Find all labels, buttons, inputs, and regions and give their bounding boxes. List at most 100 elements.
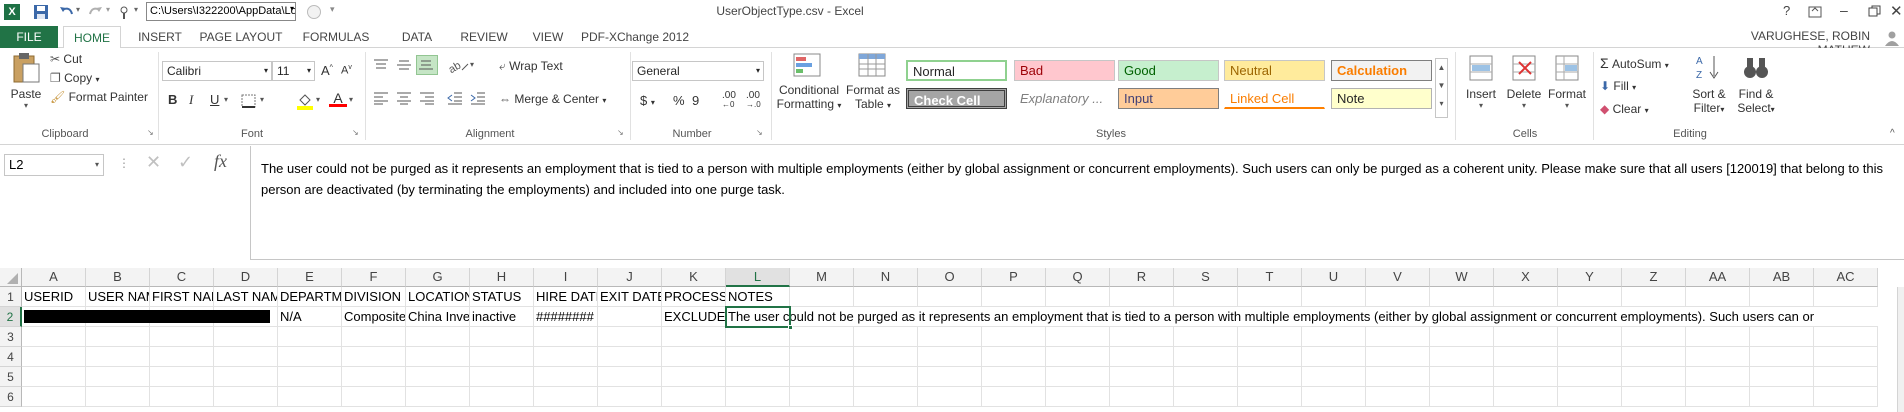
cell-i1[interactable]: HIRE DATE [534,287,598,307]
decrease-decimal-button[interactable]: .00 →.0 [746,91,761,110]
column-header-ac[interactable]: AC [1814,268,1878,287]
column-header-f[interactable]: F [342,268,406,287]
font-size-select[interactable]: 11 ▾ [272,61,315,81]
cell-r6[interactable] [1110,387,1174,407]
clear-button[interactable]: ◆ Clear ▾ [1600,102,1649,116]
cell-a5[interactable] [22,367,86,387]
cell-i4[interactable] [534,347,598,367]
number-format-select[interactable]: General ▾ [632,61,764,81]
cell-k1[interactable]: PROCESS S [662,287,726,307]
cell-p4[interactable] [982,347,1046,367]
row-header-2[interactable]: 2 [0,307,22,327]
increase-indent-icon[interactable] [469,91,487,105]
cell-g5[interactable] [406,367,470,387]
cell-f5[interactable] [342,367,406,387]
cancel-entry-icon[interactable]: ✕ [146,152,161,173]
cell-x3[interactable] [1494,327,1558,347]
column-header-c[interactable]: C [150,268,214,287]
column-header-b[interactable]: B [86,268,150,287]
align-center-icon[interactable] [395,91,413,105]
fill-color-icon[interactable] [296,92,314,110]
paste-button[interactable]: Paste ▾ [6,52,46,124]
cell-z5[interactable] [1622,367,1686,387]
cell-w1[interactable] [1430,287,1494,307]
cell-t6[interactable] [1238,387,1302,407]
name-box[interactable]: L2 ▾ [4,154,104,176]
column-header-ab[interactable]: AB [1750,268,1814,287]
gallery-more-icon[interactable]: ▾ [1436,95,1447,113]
tab-review[interactable]: REVIEW [453,26,515,48]
cell-c5[interactable] [150,367,214,387]
cell-l3[interactable] [726,327,790,347]
cell-o3[interactable] [918,327,982,347]
cell-aa3[interactable] [1686,327,1750,347]
cell-i6[interactable] [534,387,598,407]
style-bad[interactable]: Bad [1014,60,1115,81]
cell-x4[interactable] [1494,347,1558,367]
minimize-icon[interactable]: – [1840,2,1848,18]
cell-u4[interactable] [1302,347,1366,367]
column-header-a[interactable]: A [22,268,86,287]
font-name-select[interactable]: Calibri ▾ [162,61,272,81]
tab-formulas[interactable]: FORMULAS [301,26,371,48]
cell-ab1[interactable] [1750,287,1814,307]
cell-j2[interactable] [598,307,662,327]
cell-h2[interactable]: inactive [470,307,534,327]
cell-t1[interactable] [1238,287,1302,307]
column-header-i[interactable]: I [534,268,598,287]
border-dropdown-icon[interactable]: ▾ [260,95,264,104]
cell-q6[interactable] [1046,387,1110,407]
column-header-j[interactable]: J [598,268,662,287]
help-icon[interactable]: ? [1783,3,1790,18]
cell-e2[interactable]: N/A [278,307,342,327]
increase-decimal-button[interactable]: .00 ←0 [722,91,736,110]
cell-o5[interactable] [918,367,982,387]
cell-g2[interactable]: China Inve [406,307,470,327]
cell-p5[interactable] [982,367,1046,387]
underline-dropdown-icon[interactable]: ▾ [224,95,228,104]
cell-p3[interactable] [982,327,1046,347]
cell-o4[interactable] [918,347,982,367]
cell-w4[interactable] [1430,347,1494,367]
cell-e3[interactable] [278,327,342,347]
cell-y4[interactable] [1558,347,1622,367]
cell-ab3[interactable] [1750,327,1814,347]
insert-cells-button[interactable]: Insert ▾ [1460,52,1502,110]
cell-l5[interactable] [726,367,790,387]
fill-color-dropdown-icon[interactable]: ▾ [316,95,320,104]
cell-t5[interactable] [1238,367,1302,387]
cell-aa5[interactable] [1686,367,1750,387]
cell-ac4[interactable] [1814,347,1878,367]
fill-button[interactable]: ⬇ Fill ▾ [1600,79,1636,93]
cell-u1[interactable] [1302,287,1366,307]
cell-ac2[interactable] [1814,307,1878,327]
cell-k6[interactable] [662,387,726,407]
cell-z4[interactable] [1622,347,1686,367]
cell-x6[interactable] [1494,387,1558,407]
cell-w6[interactable] [1430,387,1494,407]
row-header-3[interactable]: 3 [0,327,22,347]
column-header-t[interactable]: T [1238,268,1302,287]
cell-z6[interactable] [1622,387,1686,407]
cell-c3[interactable] [150,327,214,347]
cell-f2[interactable]: Composite [342,307,406,327]
cell-s3[interactable] [1174,327,1238,347]
column-header-r[interactable]: R [1110,268,1174,287]
cell-s5[interactable] [1174,367,1238,387]
cell-k3[interactable] [662,327,726,347]
column-header-e[interactable]: E [278,268,342,287]
cell-b6[interactable] [86,387,150,407]
cell-ac1[interactable] [1814,287,1878,307]
cell-h5[interactable] [470,367,534,387]
gallery-up-icon[interactable]: ▲ [1436,59,1447,77]
cell-u5[interactable] [1302,367,1366,387]
cell-u6[interactable] [1302,387,1366,407]
font-color-dropdown-icon[interactable]: ▾ [349,95,353,104]
confirm-entry-icon[interactable]: ✓ [178,152,193,173]
cell-x5[interactable] [1494,367,1558,387]
cell-v1[interactable] [1366,287,1430,307]
cell-ac3[interactable] [1814,327,1878,347]
cell-l4[interactable] [726,347,790,367]
tab-home[interactable]: HOME [63,26,121,49]
vertical-scrollbar[interactable] [1897,287,1904,412]
